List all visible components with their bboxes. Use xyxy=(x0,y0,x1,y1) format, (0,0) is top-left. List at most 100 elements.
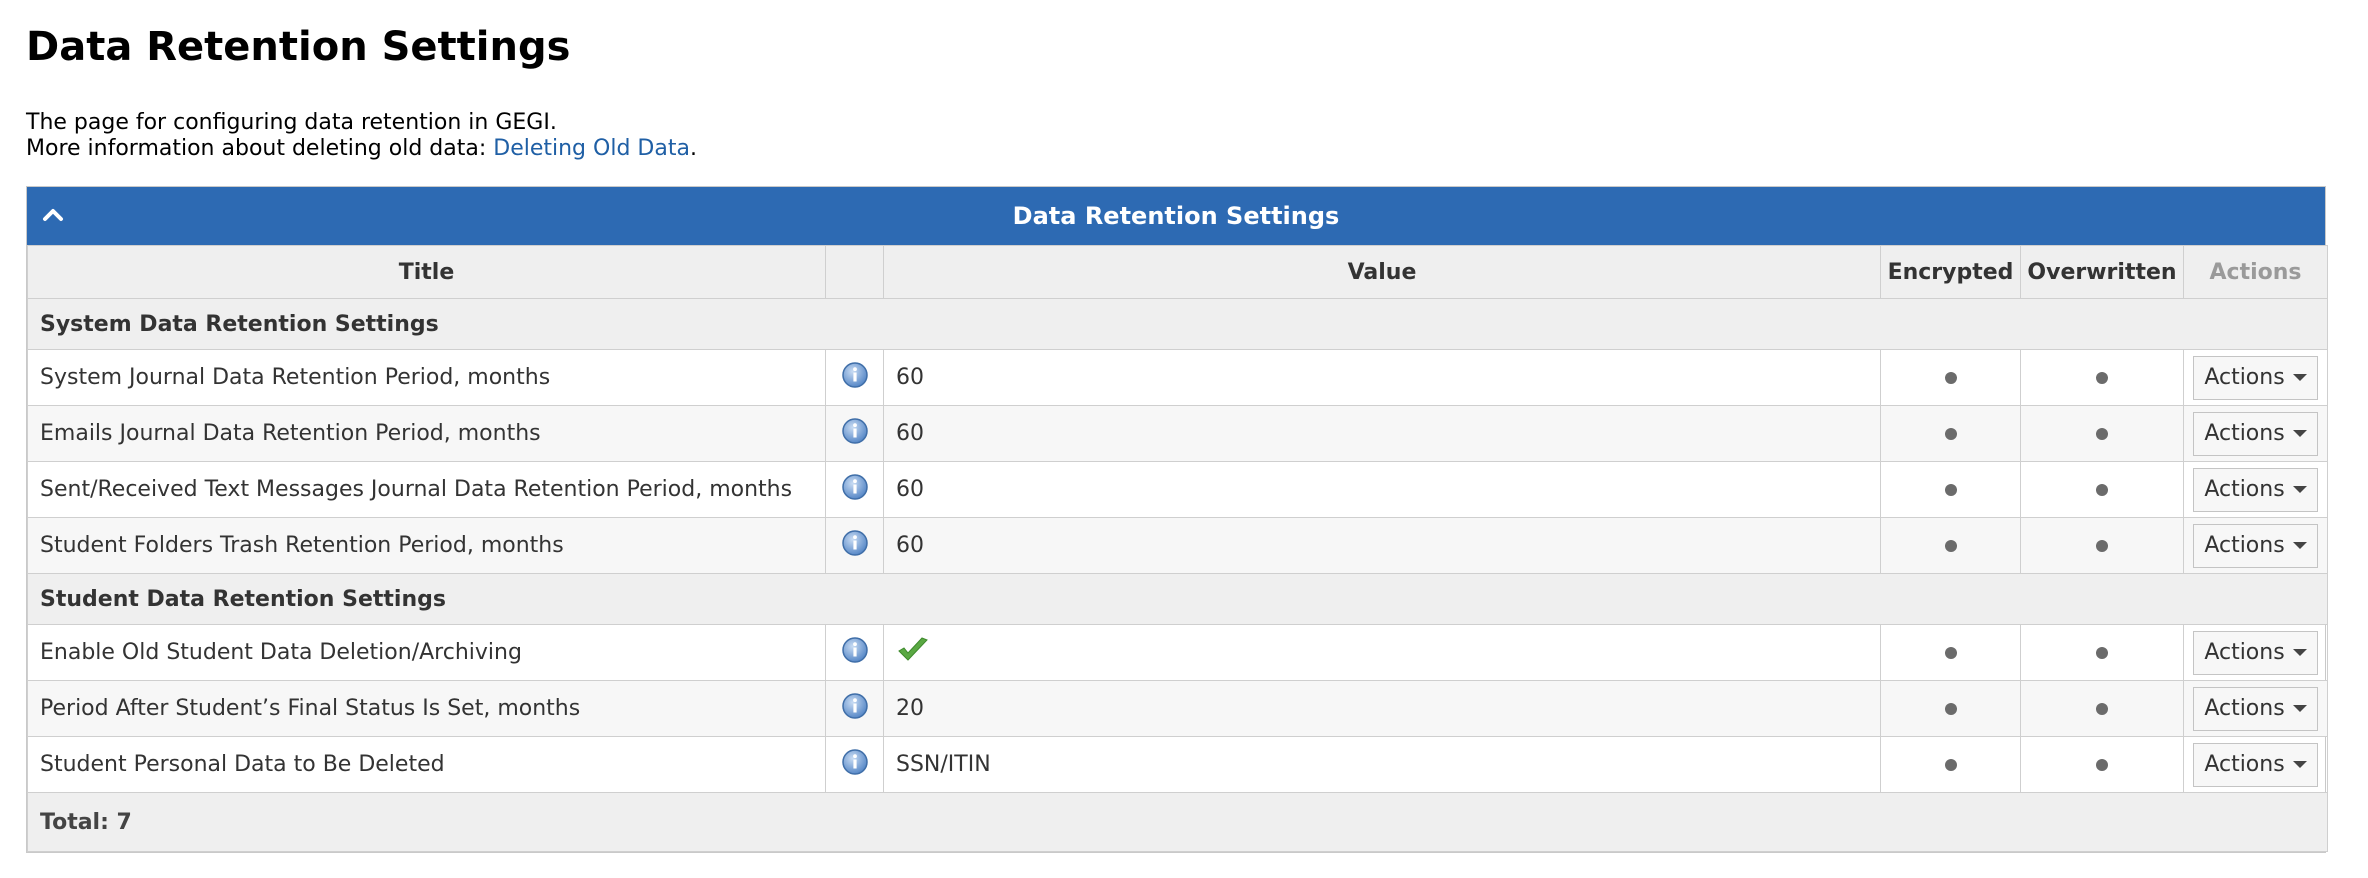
settings-table: Title Value Encrypted Overwritten Action… xyxy=(27,245,2328,852)
caret-down-icon xyxy=(2292,374,2307,381)
info-icon[interactable] xyxy=(841,473,869,507)
table-row: Enable Old Student Data Deletion/Archivi… xyxy=(27,624,2328,681)
actions-dropdown-button[interactable]: Actions xyxy=(2193,411,2318,456)
group-header-row: System Data Retention Settings xyxy=(27,298,2328,350)
overwritten-dot-icon xyxy=(2096,703,2108,715)
setting-value: 60 xyxy=(883,461,1881,518)
actions-label: Actions xyxy=(2204,365,2285,390)
caret-down-icon xyxy=(2292,486,2307,493)
actions-cell: Actions xyxy=(2183,405,2328,462)
group-header-row: Student Data Retention Settings xyxy=(27,573,2328,625)
group-label: System Data Retention Settings xyxy=(27,298,2328,350)
overwritten-dot-icon xyxy=(2096,484,2108,496)
info-icon[interactable] xyxy=(841,529,869,563)
caret-down-icon xyxy=(2292,705,2307,712)
overwritten-dot-icon xyxy=(2096,540,2108,552)
column-header-actions: Actions xyxy=(2183,245,2328,299)
setting-value xyxy=(883,624,1881,681)
setting-title: Student Folders Trash Retention Period, … xyxy=(27,517,826,574)
caret-down-icon xyxy=(2292,542,2307,549)
encrypted-dot-icon xyxy=(1944,540,1957,552)
table-footer-row: Total: 7 xyxy=(27,792,2328,852)
overwritten-cell xyxy=(2020,405,2184,462)
setting-value: 60 xyxy=(883,517,1881,574)
encrypted-dot-icon xyxy=(1944,647,1957,659)
encrypted-cell xyxy=(1880,680,2021,737)
caret-down-icon xyxy=(2292,649,2307,656)
actions-dropdown-button[interactable]: Actions xyxy=(2193,523,2318,568)
group-label: Student Data Retention Settings xyxy=(27,573,2328,625)
encrypted-dot-icon xyxy=(1944,484,1957,496)
column-header-overwritten: Overwritten xyxy=(2020,245,2184,299)
data-retention-panel: Data Retention Settings Title Value Encr… xyxy=(26,186,2328,853)
caret-down-icon xyxy=(2292,430,2307,437)
checkmark-icon xyxy=(896,636,930,670)
page-container: Data Retention Settings The page for con… xyxy=(0,0,2368,869)
setting-title: Emails Journal Data Retention Period, mo… xyxy=(27,405,826,462)
total-count: Total: 7 xyxy=(27,792,2328,852)
encrypted-cell xyxy=(1880,624,2021,681)
table-header-row: Title Value Encrypted Overwritten Action… xyxy=(27,245,2328,299)
setting-value: 60 xyxy=(883,349,1881,406)
table-row: Period After Student’s Final Status Is S… xyxy=(27,680,2328,737)
panel-header: Data Retention Settings xyxy=(27,187,2325,245)
overwritten-cell xyxy=(2020,517,2184,574)
intro-text: The page for configuring data retention … xyxy=(26,110,2342,162)
actions-dropdown-button[interactable]: Actions xyxy=(2193,467,2318,512)
encrypted-cell xyxy=(1880,736,2021,793)
info-icon[interactable] xyxy=(841,361,869,395)
overwritten-cell xyxy=(2020,624,2184,681)
actions-label: Actions xyxy=(2204,696,2285,721)
actions-label: Actions xyxy=(2204,477,2285,502)
overwritten-dot-icon xyxy=(2096,372,2108,384)
info-icon[interactable] xyxy=(841,417,869,451)
table-row: System Journal Data Retention Period, mo… xyxy=(27,349,2328,406)
encrypted-cell xyxy=(1880,461,2021,518)
actions-dropdown-button[interactable]: Actions xyxy=(2193,355,2318,400)
encrypted-dot-icon xyxy=(1944,428,1957,440)
setting-title: Enable Old Student Data Deletion/Archivi… xyxy=(27,624,826,681)
actions-dropdown-button[interactable]: Actions xyxy=(2193,742,2318,787)
column-header-value: Value xyxy=(883,245,1881,299)
setting-title: Period After Student’s Final Status Is S… xyxy=(27,680,826,737)
overwritten-cell xyxy=(2020,461,2184,518)
collapse-chevron-up-icon[interactable] xyxy=(39,201,67,229)
column-header-info xyxy=(825,245,884,299)
column-header-encrypted: Encrypted xyxy=(1880,245,2021,299)
actions-label: Actions xyxy=(2204,640,2285,665)
actions-dropdown-button[interactable]: Actions xyxy=(2193,630,2318,675)
table-row: Emails Journal Data Retention Period, mo… xyxy=(27,405,2328,462)
actions-cell: Actions xyxy=(2183,736,2328,793)
actions-cell: Actions xyxy=(2183,624,2328,681)
overwritten-cell xyxy=(2020,680,2184,737)
actions-cell: Actions xyxy=(2183,461,2328,518)
encrypted-cell xyxy=(1880,405,2021,462)
setting-value: SSN/ITIN xyxy=(883,736,1881,793)
actions-dropdown-button[interactable]: Actions xyxy=(2193,686,2318,731)
table-row: Student Personal Data to Be Deleted SSN/I… xyxy=(27,736,2328,793)
page-title: Data Retention Settings xyxy=(26,24,571,70)
setting-title: Sent/Received Text Messages Journal Data… xyxy=(27,461,826,518)
actions-cell: Actions xyxy=(2183,349,2328,406)
info-icon[interactable] xyxy=(841,692,869,726)
table-body: System Data Retention Settings System Jou… xyxy=(27,298,2328,793)
encrypted-dot-icon xyxy=(1944,372,1957,384)
overwritten-dot-icon xyxy=(2096,759,2108,771)
encrypted-cell xyxy=(1880,349,2021,406)
caret-down-icon xyxy=(2292,761,2307,768)
intro-line-1: The page for configuring data retention … xyxy=(26,110,557,135)
deleting-old-data-link[interactable]: Deleting Old Data xyxy=(493,136,690,161)
setting-value: 60 xyxy=(883,405,1881,462)
info-icon[interactable] xyxy=(841,748,869,782)
actions-label: Actions xyxy=(2204,421,2285,446)
overwritten-dot-icon xyxy=(2096,647,2108,659)
overwritten-cell xyxy=(2020,349,2184,406)
actions-cell: Actions xyxy=(2183,680,2328,737)
encrypted-dot-icon xyxy=(1944,703,1957,715)
info-icon[interactable] xyxy=(841,636,869,670)
setting-title: System Journal Data Retention Period, mo… xyxy=(27,349,826,406)
panel-header-title: Data Retention Settings xyxy=(1012,202,1340,230)
table-row: Sent/Received Text Messages Journal Data… xyxy=(27,461,2328,518)
overwritten-dot-icon xyxy=(2096,428,2108,440)
actions-label: Actions xyxy=(2204,533,2285,558)
